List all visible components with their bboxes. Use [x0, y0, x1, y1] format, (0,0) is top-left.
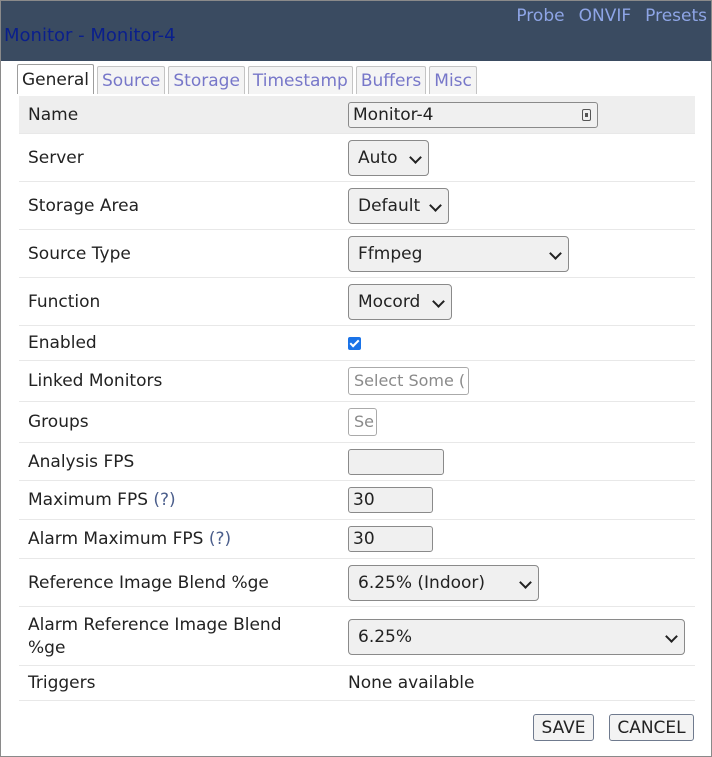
alarm-maximum-fps-input[interactable]: 30: [348, 526, 433, 552]
row-name: Name Monitor-4: [19, 96, 695, 134]
function-value: Mocord: [358, 292, 421, 312]
monitor-dialog: Monitor - Monitor-4 Probe ONVIF Presets …: [0, 0, 712, 757]
reference-blend-value: 6.25% (Indoor): [358, 573, 486, 593]
triggers-value: None available: [348, 673, 475, 693]
reference-blend-label: Reference Image Blend %ge: [28, 573, 269, 593]
function-label: Function: [28, 292, 101, 312]
password-manager-icon[interactable]: [582, 109, 591, 121]
enabled-checkbox[interactable]: [348, 337, 361, 350]
row-server: Server Auto: [19, 134, 695, 182]
server-label: Server: [28, 148, 84, 168]
row-alarm-maximum-fps: Alarm Maximum FPS (?) 30: [19, 520, 695, 559]
window-title: Monitor - Monitor-4: [4, 25, 176, 46]
analysis-fps-input[interactable]: [348, 449, 444, 475]
source-type-value: Ffmpeg: [358, 244, 423, 264]
groups-input[interactable]: Se: [348, 408, 377, 436]
groups-label: Groups: [28, 412, 89, 432]
row-alarm-reference-blend: Alarm Reference Image Blend %ge 6.25%: [19, 607, 695, 666]
onvif-link[interactable]: ONVIF: [579, 6, 632, 26]
tab-source[interactable]: Source: [97, 66, 166, 94]
linked-monitors-placeholder: Select Some (: [354, 371, 466, 390]
maximum-fps-help-link[interactable]: (?): [153, 490, 175, 510]
row-storage-area: Storage Area Default: [19, 182, 695, 230]
chevron-down-icon: [429, 199, 442, 212]
header-links: Probe ONVIF Presets: [516, 6, 707, 26]
name-input[interactable]: Monitor-4: [348, 102, 598, 128]
row-source-type: Source Type Ffmpeg: [19, 230, 695, 278]
tab-general[interactable]: General: [17, 64, 94, 94]
tab-misc[interactable]: Misc: [429, 66, 477, 94]
alarm-maximum-fps-help-link[interactable]: (?): [209, 529, 231, 549]
general-form: Name Monitor-4 Server Auto Storage Area: [19, 96, 695, 701]
tab-bar: General Source Storage Timestamp Buffers…: [17, 64, 477, 94]
row-linked-monitors: Linked Monitors Select Some (: [19, 361, 695, 402]
function-select[interactable]: Mocord: [348, 284, 452, 320]
tab-timestamp[interactable]: Timestamp: [247, 66, 353, 94]
groups-placeholder: Se: [354, 412, 374, 431]
row-triggers: Triggers None available: [19, 666, 695, 701]
chevron-down-icon: [549, 247, 562, 260]
source-type-label: Source Type: [28, 244, 131, 264]
title-bar: Monitor - Monitor-4 Probe ONVIF Presets: [1, 1, 711, 61]
row-reference-blend: Reference Image Blend %ge 6.25% (Indoor): [19, 559, 695, 607]
save-button[interactable]: SAVE: [533, 714, 594, 741]
name-value: Monitor-4: [353, 105, 434, 125]
server-value: Auto: [358, 148, 398, 168]
maximum-fps-value: 30: [353, 490, 375, 510]
triggers-label: Triggers: [28, 673, 96, 693]
row-enabled: Enabled: [19, 326, 695, 361]
row-function: Function Mocord: [19, 278, 695, 326]
alarm-reference-blend-select[interactable]: 6.25%: [348, 619, 685, 655]
server-select[interactable]: Auto: [348, 140, 429, 176]
analysis-fps-label: Analysis FPS: [28, 452, 135, 472]
storage-area-select[interactable]: Default: [348, 188, 449, 224]
chevron-down-icon: [432, 295, 445, 308]
source-type-select[interactable]: Ffmpeg: [348, 236, 569, 272]
storage-area-value: Default: [358, 196, 421, 216]
presets-link[interactable]: Presets: [645, 6, 707, 26]
linked-monitors-input[interactable]: Select Some (: [348, 367, 469, 395]
tab-buffers[interactable]: Buffers: [355, 66, 427, 94]
alarm-reference-blend-value: 6.25%: [358, 627, 413, 647]
name-label: Name: [28, 105, 79, 125]
probe-link[interactable]: Probe: [516, 6, 564, 26]
row-groups: Groups Se: [19, 402, 695, 443]
reference-blend-select[interactable]: 6.25% (Indoor): [348, 565, 539, 601]
alarm-reference-blend-label-line1: Alarm Reference Image Blend: [28, 615, 282, 635]
row-maximum-fps: Maximum FPS (?) 30: [19, 481, 695, 520]
alarm-maximum-fps-label: Alarm Maximum FPS: [28, 529, 204, 549]
chevron-down-icon: [409, 151, 422, 164]
chevron-down-icon: [519, 576, 532, 589]
alarm-maximum-fps-value: 30: [353, 529, 375, 549]
chevron-down-icon: [665, 630, 678, 643]
cancel-button[interactable]: CANCEL: [609, 714, 694, 741]
enabled-label: Enabled: [28, 333, 97, 353]
maximum-fps-input[interactable]: 30: [348, 487, 433, 513]
tab-storage[interactable]: Storage: [168, 66, 245, 94]
maximum-fps-label: Maximum FPS: [28, 490, 148, 510]
storage-area-label: Storage Area: [28, 196, 140, 216]
linked-monitors-label: Linked Monitors: [28, 371, 163, 391]
row-analysis-fps: Analysis FPS: [19, 443, 695, 481]
alarm-reference-blend-label-line2: %ge: [28, 638, 66, 658]
